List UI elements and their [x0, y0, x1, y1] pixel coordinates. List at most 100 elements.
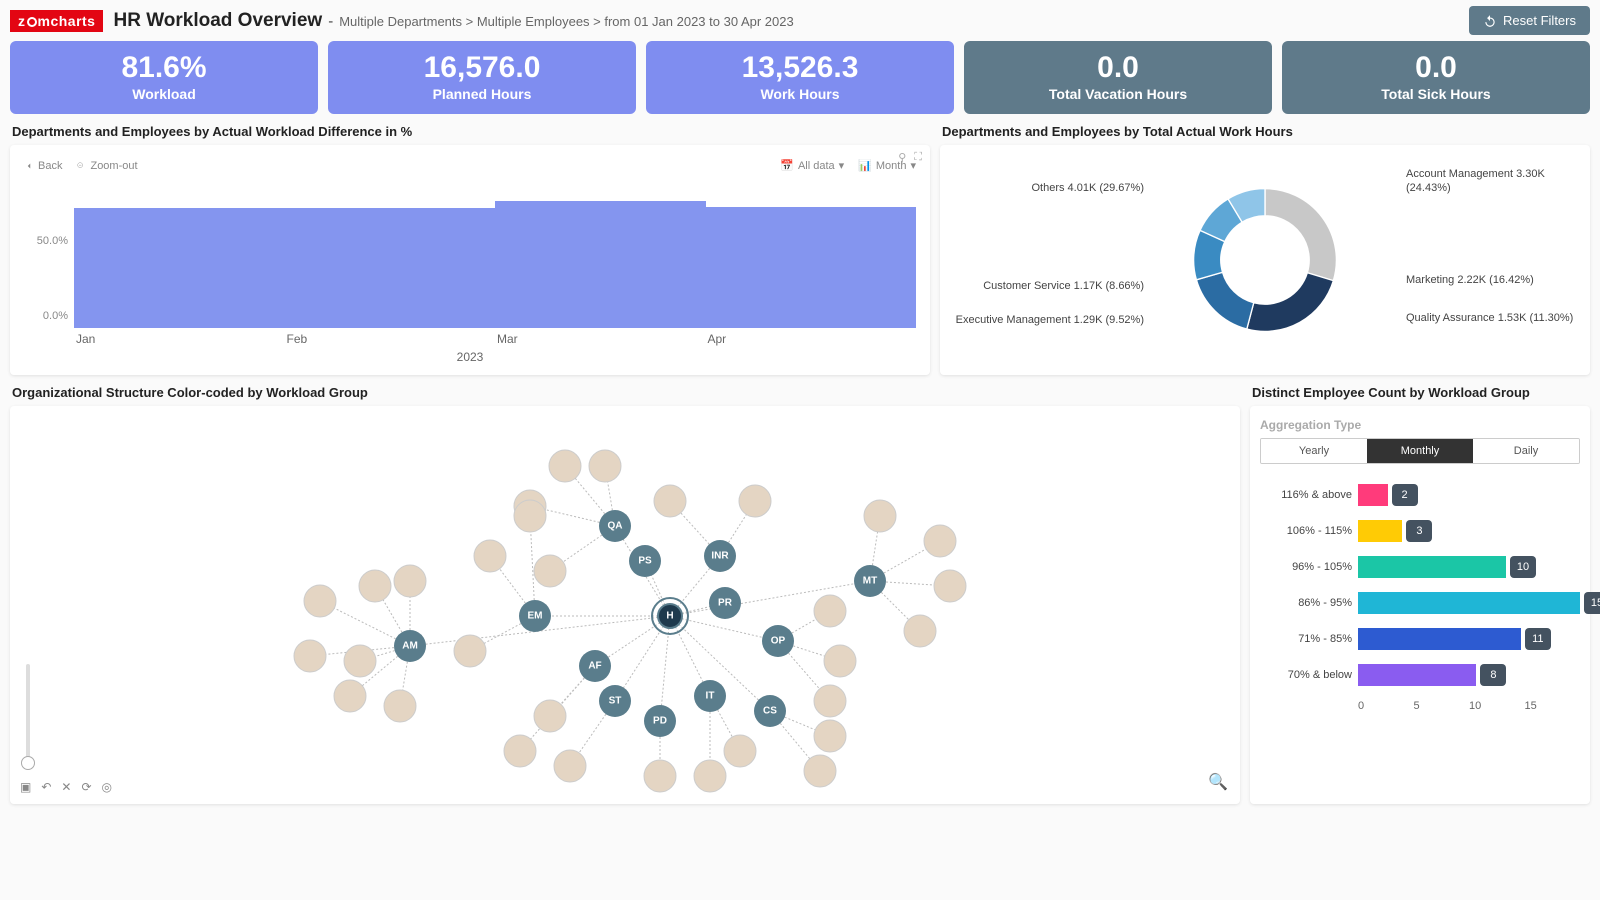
dept-node-CS[interactable]: CS [754, 695, 786, 727]
dept-node-ST[interactable]: ST [599, 685, 631, 717]
bar-chart-area[interactable]: 0.0% 50.0% JanFebMarApr [74, 178, 916, 328]
count-bar-value: 2 [1392, 484, 1418, 506]
dept-node-MT[interactable]: MT [854, 565, 886, 597]
dept-node-AF[interactable]: AF [579, 650, 611, 682]
avatar-node[interactable] [359, 570, 391, 602]
avatar-node[interactable] [504, 735, 536, 767]
avatar-node[interactable] [814, 720, 846, 752]
avatar-node[interactable] [514, 500, 546, 532]
kpi-value: 16,576.0 [328, 51, 636, 84]
avatar-node[interactable] [864, 500, 896, 532]
svg-text:CS: CS [763, 706, 777, 717]
avatar-node[interactable] [694, 760, 726, 792]
avatar-node[interactable] [804, 755, 836, 787]
camera-icon[interactable]: ▣ [20, 780, 31, 794]
bar-column[interactable]: Mar [495, 178, 706, 328]
kpi-label: Work Hours [646, 86, 954, 102]
data-range-dropdown[interactable]: 📅 All data ▾ [780, 159, 844, 172]
kpi-card-1[interactable]: 16,576.0Planned Hours [328, 41, 636, 114]
kpi-card-2[interactable]: 13,526.3 Work Hours [646, 41, 954, 114]
svg-text:AM: AM [402, 641, 418, 652]
avatar-node[interactable] [739, 485, 771, 517]
avatar-node[interactable] [534, 700, 566, 732]
refresh-icon[interactable]: ⟳ [81, 780, 91, 794]
count-bar-row[interactable]: 96% - 105%10 [1260, 556, 1580, 578]
back-button[interactable]: Back [24, 160, 62, 172]
avatar-node[interactable] [814, 685, 846, 717]
count-bar-row[interactable]: 71% - 85%11 [1260, 628, 1580, 650]
avatar-node[interactable] [304, 585, 336, 617]
expand-icon[interactable]: ⛶ [914, 151, 922, 164]
center-node[interactable]: H [652, 598, 688, 634]
zoom-out-button[interactable]: Zoom-out [76, 160, 137, 172]
avatar-node[interactable] [454, 635, 486, 667]
dept-node-QA[interactable]: QA [599, 510, 631, 542]
reset-filters-button[interactable]: Reset Filters [1469, 6, 1590, 35]
aggregation-toggle: Yearly Monthly Daily [1260, 438, 1580, 464]
dept-node-IT[interactable]: IT [694, 680, 726, 712]
kpi-card-0[interactable]: 81.6%Workload [10, 41, 318, 114]
avatar-node[interactable] [474, 540, 506, 572]
count-bar-row[interactable]: 86% - 95%15 [1260, 592, 1580, 614]
dept-node-AM[interactable]: AM [394, 630, 426, 662]
avatar-node[interactable] [654, 485, 686, 517]
breadcrumb[interactable]: Multiple Departments > Multiple Employee… [339, 14, 794, 29]
avatar-node[interactable] [824, 645, 856, 677]
avatar-node[interactable] [334, 680, 366, 712]
kpi-value: 13,526.3 [646, 51, 954, 84]
org-chart-panel[interactable]: QAPS INR PR MT OP IT CS PD STAF EM AM H ▣ ↶ ✕ ⟳ ◎ 🔍 [10, 406, 1240, 804]
kpi-value: 0.0 [964, 51, 1272, 84]
avatar-node[interactable] [394, 565, 426, 597]
avatar-node[interactable] [934, 570, 966, 602]
donut-label-qa: Quality Assurance 1.53K (11.30%) [1406, 311, 1576, 325]
avatar-node[interactable] [924, 525, 956, 557]
avatar-node[interactable] [644, 760, 676, 792]
dept-node-INR[interactable]: INR [704, 540, 736, 572]
panel-corner-icons: ⚲ ⛶ [898, 151, 922, 164]
avatar-node[interactable] [384, 690, 416, 722]
avatar-node[interactable] [904, 615, 936, 647]
bar-chart-title: Departments and Employees by Actual Work… [12, 124, 930, 139]
count-bar-row[interactable]: 106% - 115%3 [1260, 520, 1580, 542]
dept-node-EM[interactable]: EM [519, 600, 551, 632]
close-icon[interactable]: ✕ [61, 780, 71, 794]
donut-slice[interactable] [1247, 273, 1334, 332]
avatar-node[interactable] [534, 555, 566, 587]
avatar-node[interactable] [589, 450, 621, 482]
filter-icon[interactable]: ⚲ [898, 151, 906, 164]
target-icon[interactable]: ◎ [102, 780, 112, 794]
count-bar-value: 10 [1510, 556, 1536, 578]
bar-year-label: 2023 [24, 350, 916, 364]
dept-node-OP[interactable]: OP [762, 625, 794, 657]
kpi-card-4[interactable]: 0.0Total Sick Hours [1282, 41, 1590, 114]
undo-icon[interactable]: ↶ [41, 780, 51, 794]
agg-daily[interactable]: Daily [1473, 439, 1579, 463]
kpi-card-3[interactable]: 0.0 Total Vacation Hours [964, 41, 1272, 114]
logo: zmcharts [10, 10, 103, 32]
donut-slice[interactable] [1265, 189, 1336, 281]
count-bar-label: 106% - 115% [1260, 525, 1352, 537]
bar-column[interactable]: Jan [74, 178, 285, 328]
dept-node-PS[interactable]: PS [629, 545, 661, 577]
avatar-node[interactable] [294, 640, 326, 672]
zoom-slider[interactable] [26, 664, 30, 764]
count-bar-row[interactable]: 70% & below8 [1260, 664, 1580, 686]
avatar-node[interactable] [554, 750, 586, 782]
svg-text:EM: EM [528, 611, 543, 622]
bar-column[interactable]: Apr [706, 178, 917, 328]
search-icon[interactable]: 🔍 [1208, 772, 1228, 792]
count-bar-row[interactable]: 116% & above2 [1260, 484, 1580, 506]
donut-chart-panel[interactable]: Others 4.01K (29.67%) Account Management… [940, 145, 1590, 375]
agg-yearly[interactable]: Yearly [1261, 439, 1367, 463]
dept-node-PD[interactable]: PD [644, 705, 676, 737]
bar-column[interactable]: Feb [285, 178, 496, 328]
avatar-node[interactable] [344, 645, 376, 677]
avatar-node[interactable] [549, 450, 581, 482]
donut-slice[interactable] [1196, 272, 1253, 329]
kpi-value: 81.6% [10, 51, 318, 84]
kpi-label: Total Vacation Hours [964, 86, 1272, 102]
agg-monthly[interactable]: Monthly [1367, 439, 1473, 463]
dept-node-PR[interactable]: PR [709, 587, 741, 619]
avatar-node[interactable] [814, 595, 846, 627]
avatar-node[interactable] [724, 735, 756, 767]
